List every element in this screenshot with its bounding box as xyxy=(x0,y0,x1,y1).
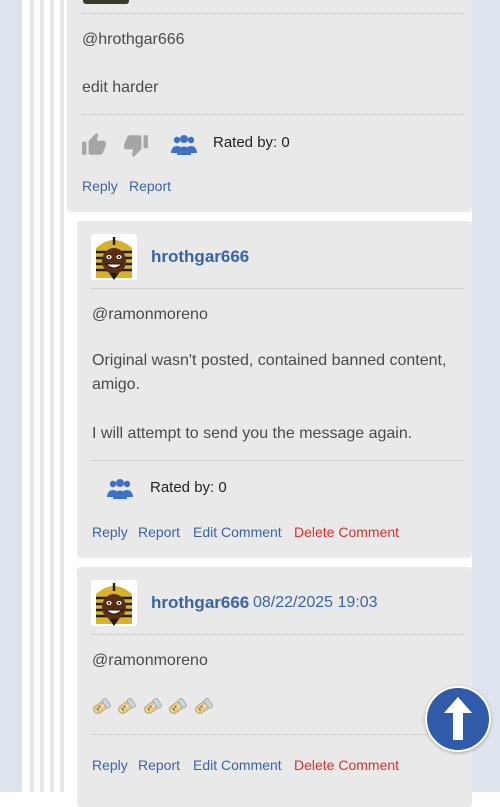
divider xyxy=(82,114,464,115)
page-right-margin xyxy=(472,0,500,792)
burrito-emoji-icon xyxy=(193,697,214,719)
comment-body: I will attempt to send you the message a… xyxy=(92,425,413,442)
users-group-icon[interactable] xyxy=(171,134,197,161)
reply-link[interactable]: Reply xyxy=(92,523,128,541)
edit-comment-link[interactable]: Edit Comment xyxy=(193,756,282,774)
burrito-emoji-icon xyxy=(116,697,137,719)
rating-count: Rated by: 0 xyxy=(213,134,290,151)
divider xyxy=(91,288,464,289)
divider xyxy=(82,13,464,14)
avatar xyxy=(91,580,137,626)
page-left-margin xyxy=(0,0,22,792)
burrito-emoji-icon xyxy=(167,697,188,719)
comment-card: @hrothgar666 edit harder Rated by: 0 Rep… xyxy=(67,0,472,212)
edit-comment-link[interactable]: Edit Comment xyxy=(193,523,282,541)
comment-body: edit harder xyxy=(82,79,159,96)
report-link[interactable]: Report xyxy=(129,177,171,195)
comment-author[interactable]: hrothgar666 xyxy=(151,593,249,613)
thread-line xyxy=(50,0,54,792)
comment-mention: @ramonmoreno xyxy=(92,652,208,669)
comment-body: Original wasn't posted, contained banned… xyxy=(92,352,447,393)
avatar xyxy=(91,234,137,280)
reply-link[interactable]: Reply xyxy=(92,756,128,774)
comment-mention: @ramonmoreno xyxy=(92,306,208,323)
divider xyxy=(91,460,464,461)
delete-comment-link[interactable]: Delete Comment xyxy=(294,523,399,541)
delete-comment-link[interactable]: Delete Comment xyxy=(294,756,399,774)
thumbs-up-icon[interactable] xyxy=(81,132,107,163)
divider xyxy=(91,734,464,735)
avatar xyxy=(83,0,129,4)
emoji-row xyxy=(91,697,214,719)
comment-mention: @hrothgar666 xyxy=(82,31,185,48)
reply-link[interactable]: Reply xyxy=(82,177,118,195)
rating-count: Rated by: 0 xyxy=(150,479,227,496)
report-link[interactable]: Report xyxy=(138,756,180,774)
arrow-up-icon xyxy=(427,688,489,755)
scroll-to-top-button[interactable] xyxy=(425,686,491,752)
thumbs-down-icon[interactable] xyxy=(123,132,149,163)
comment-card: hrothgar666 @ramonmoreno Original wasn't… xyxy=(77,221,472,558)
comment-date: 08/22/2025 19:03 xyxy=(253,594,378,611)
thread-line xyxy=(40,0,44,792)
burrito-emoji-icon xyxy=(91,697,112,719)
thread-line xyxy=(60,0,64,792)
burrito-emoji-icon xyxy=(142,697,163,719)
report-link[interactable]: Report xyxy=(138,523,180,541)
comment-card: hrothgar666 08/22/2025 19:03 @ramonmoren… xyxy=(77,567,472,807)
thread-line xyxy=(30,0,34,792)
users-group-icon[interactable] xyxy=(107,478,133,505)
divider xyxy=(91,634,464,635)
comment-author[interactable]: hrothgar666 xyxy=(151,247,249,267)
